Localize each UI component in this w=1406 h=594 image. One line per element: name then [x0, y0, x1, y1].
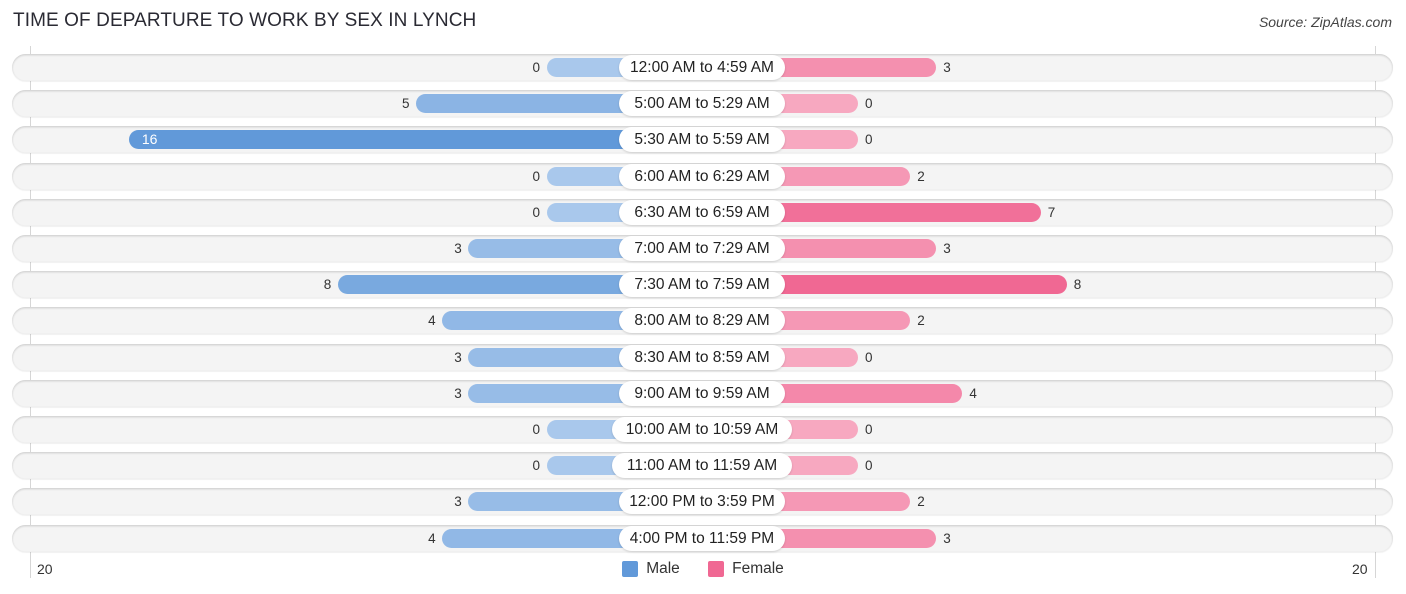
- source-label: Source: ZipAtlas.com: [1258, 14, 1392, 30]
- category-label: 9:00 AM to 9:59 AM: [619, 381, 785, 406]
- value-label-female: 0: [865, 350, 873, 365]
- value-label-male: 3: [454, 241, 462, 256]
- value-label-female: 4: [969, 386, 977, 401]
- value-label-female: 0: [865, 458, 873, 473]
- legend-swatch-female: [708, 561, 725, 577]
- value-label-female: 2: [917, 169, 925, 184]
- category-label: 10:00 AM to 10:59 AM: [612, 417, 792, 442]
- value-label-female: 3: [943, 60, 951, 75]
- value-label-male: 5: [402, 96, 410, 111]
- category-label: 6:00 AM to 6:29 AM: [619, 164, 785, 189]
- value-label-male: 0: [532, 60, 541, 75]
- category-label: 8:30 AM to 8:59 AM: [619, 345, 785, 370]
- category-label: 6:30 AM to 6:59 AM: [619, 200, 785, 225]
- category-label: 11:00 AM to 11:59 AM: [612, 453, 792, 478]
- category-label: 7:00 AM to 7:29 AM: [619, 236, 785, 261]
- value-label-male: 0: [532, 205, 541, 220]
- value-label-female: 0: [865, 422, 873, 437]
- value-label-male: 4: [428, 531, 436, 546]
- value-label-male: 0: [532, 422, 541, 437]
- value-label-male: 8: [323, 277, 332, 292]
- value-label-female: 3: [943, 241, 951, 256]
- legend-label-female: Female: [732, 560, 784, 577]
- legend-item-female[interactable]: Female: [708, 560, 784, 578]
- category-label: 12:00 PM to 3:59 PM: [619, 489, 785, 514]
- value-label-male: 16: [141, 131, 158, 147]
- bar-male[interactable]: [128, 130, 702, 149]
- value-label-female: 3: [943, 531, 951, 546]
- category-label: 12:00 AM to 4:59 AM: [619, 55, 785, 80]
- value-label-male: 3: [454, 386, 462, 401]
- category-label: 8:00 AM to 8:29 AM: [619, 308, 785, 333]
- value-label-female: 2: [917, 494, 925, 509]
- value-label-male: 3: [454, 494, 462, 509]
- legend-item-male[interactable]: Male: [622, 560, 680, 578]
- value-label-male: 3: [454, 350, 462, 365]
- category-label: 5:30 AM to 5:59 AM: [619, 127, 785, 152]
- legend-label-male: Male: [646, 560, 680, 577]
- value-label-female: 7: [1047, 205, 1056, 220]
- category-label: 4:00 PM to 11:59 PM: [619, 526, 785, 551]
- chart-title: TIME OF DEPARTURE TO WORK BY SEX IN LYNC…: [13, 10, 477, 31]
- value-label-female: 0: [865, 132, 873, 147]
- value-label-female: 8: [1073, 277, 1082, 292]
- value-label-female: 2: [917, 313, 925, 328]
- value-label-male: 4: [428, 313, 436, 328]
- value-label-male: 0: [532, 458, 541, 473]
- legend: Male Female: [0, 560, 1406, 582]
- category-label: 5:00 AM to 5:29 AM: [619, 91, 785, 116]
- value-label-male: 0: [532, 169, 541, 184]
- value-label-female: 0: [865, 96, 873, 111]
- legend-swatch-male: [622, 561, 639, 577]
- category-label: 7:30 AM to 7:59 AM: [619, 272, 785, 297]
